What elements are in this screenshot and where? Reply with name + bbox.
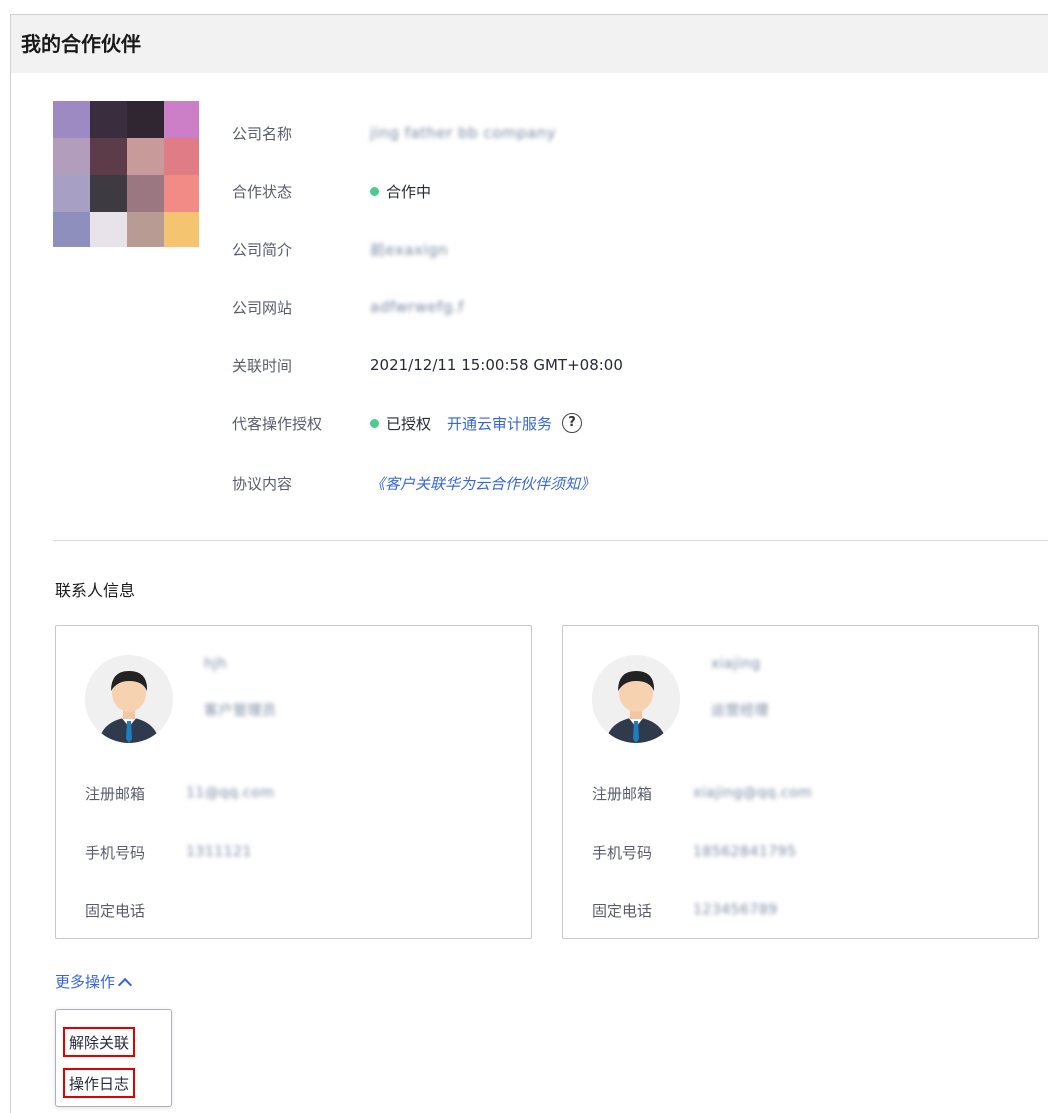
landline-label: 固定电话 <box>592 901 653 920</box>
divider <box>53 540 1048 541</box>
auth-status-dot <box>370 418 379 428</box>
label-company-name: 公司名称 <box>232 124 293 143</box>
menu-item-unlink[interactable]: 解除关联 <box>63 1027 136 1057</box>
enable-cloud-audit-link[interactable]: 开通云审计服务 <box>447 413 552 434</box>
email-label: 注册邮箱 <box>85 784 146 803</box>
value-company-intro: 前exaxign <box>370 240 449 259</box>
row-agreement: 协议内容 《客户关联华为云合作伙伴须知》 <box>232 471 595 495</box>
landline-label: 固定电话 <box>85 901 146 920</box>
row-link-time: 关联时间 2021/12/11 15:00:58 GMT+08:00 <box>232 353 623 377</box>
email-label: 注册邮箱 <box>592 784 653 803</box>
row-company-website: 公司网站 adfwrwefg.f <box>232 295 464 319</box>
phone-value: 18562841795 <box>693 844 797 860</box>
contacts-section-title: 联系人信息 <box>55 581 136 600</box>
more-operations-label: 更多操作 <box>55 973 116 991</box>
label-company-intro: 公司简介 <box>232 240 293 259</box>
menu-item-operation-log[interactable]: 操作日志 <box>63 1068 136 1098</box>
label-link-time: 关联时间 <box>232 356 293 375</box>
company-logo <box>53 101 199 247</box>
value-company-name: jing father bb company <box>370 124 557 142</box>
phone-label: 手机号码 <box>592 843 653 862</box>
help-icon[interactable]: ? <box>562 413 583 433</box>
status-dot <box>370 186 379 196</box>
more-operations-toggle[interactable]: 更多操作 <box>55 971 133 992</box>
label-coop-status: 合作状态 <box>232 182 293 201</box>
label-agreement: 协议内容 <box>232 474 293 493</box>
page-header: 我的合作伙伴 <box>11 15 1048 73</box>
contact-card: xiajing 运营经理 注册邮箱 xiajing@qq.com 手机号码 18… <box>562 625 1039 939</box>
avatar <box>85 655 173 743</box>
email-value: xiajing@qq.com <box>693 785 813 801</box>
contact-name: xiajing <box>711 656 761 672</box>
label-company-website: 公司网站 <box>232 298 293 317</box>
value-company-website: adfwrwefg.f <box>370 298 465 316</box>
row-company-intro: 公司简介 前exaxign <box>232 237 448 261</box>
avatar <box>592 655 680 743</box>
value-link-time: 2021/12/11 15:00:58 GMT+08:00 <box>370 356 623 374</box>
agreement-link[interactable]: 《客户关联华为云合作伙伴须知》 <box>370 473 595 494</box>
row-coop-status: 合作状态 合作中 <box>232 179 431 203</box>
value-agent-auth: 已授权 <box>386 414 432 433</box>
phone-label: 手机号码 <box>85 843 146 862</box>
label-agent-auth: 代客操作授权 <box>232 414 323 433</box>
contact-name: hjh <box>204 656 228 672</box>
page-title: 我的合作伙伴 <box>21 32 141 56</box>
landline-value: 123456789 <box>693 902 778 918</box>
more-operations-menu: 解除关联 操作日志 <box>55 1009 172 1107</box>
contact-card: hjh 客户管理员 注册邮箱 11@qq.com 手机号码 1311121 固定… <box>55 625 532 939</box>
row-company-name: 公司名称 jing father bb company <box>232 121 556 145</box>
email-value: 11@qq.com <box>186 785 275 801</box>
row-agent-auth: 代客操作授权 已授权 开通云审计服务 ? <box>232 411 583 435</box>
phone-value: 1311121 <box>186 844 252 860</box>
partner-panel: 我的合作伙伴 公司名称 jing father bb company 合作状态 … <box>10 14 1048 1113</box>
contact-role: 客户管理员 <box>204 703 277 719</box>
contact-role: 运营经理 <box>711 703 769 719</box>
chevron-up-icon <box>117 977 133 992</box>
value-coop-status: 合作中 <box>386 182 432 201</box>
